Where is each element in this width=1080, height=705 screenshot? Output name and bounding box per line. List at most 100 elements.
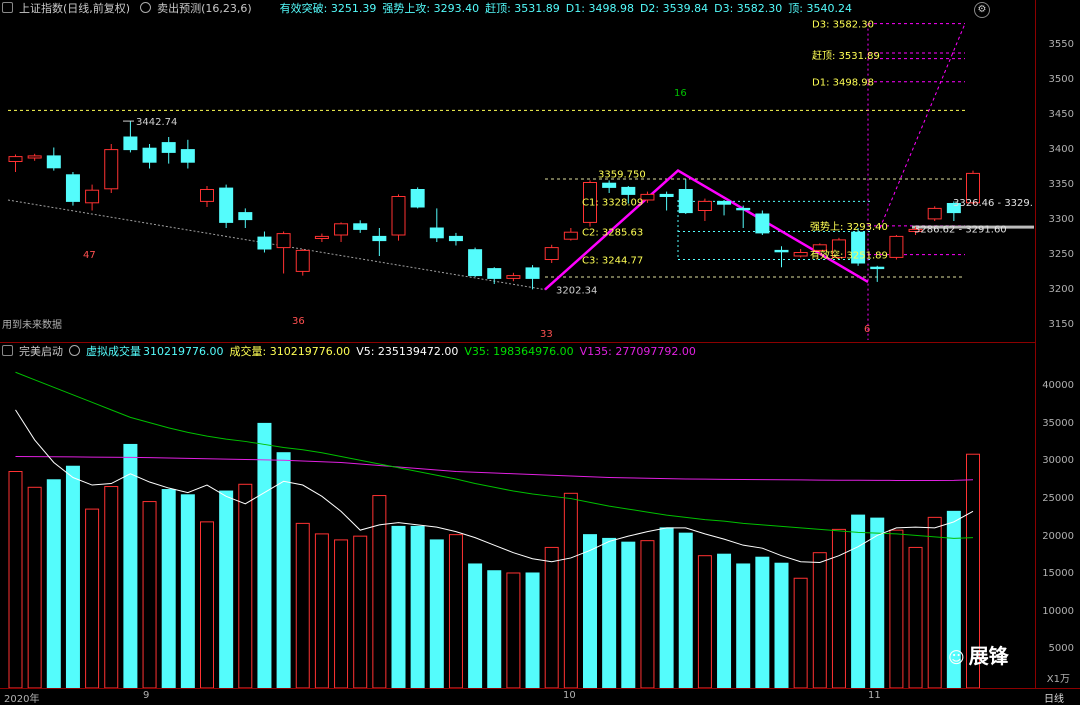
high-price-label: 3442.74: [136, 117, 177, 128]
ma135-volume-line: [15, 455, 974, 482]
low-price-label: 3202.34: [556, 285, 597, 296]
candle-body: [678, 189, 693, 214]
price-header: 上证指数(日线,前复权) 卖出预测(16,23,6) 有效突破: 3251.39 强势…: [0, 0, 1036, 18]
price-tick-label: 3400: [1048, 144, 1074, 155]
candle-body: [295, 249, 310, 272]
period-label[interactable]: 日线: [1044, 690, 1064, 705]
volume-bar: [314, 533, 329, 688]
watermark-text: 展锋: [968, 644, 1009, 668]
month-10-label: 10: [563, 690, 576, 701]
range1-label: 3326.46 - 3329.: [953, 198, 1033, 209]
candle-body: [334, 223, 349, 236]
price-chart-panel[interactable]: 3442.74 3202.34 3359.750 C1: 3328.09 C2: 328…: [0, 0, 1036, 343]
candle-body: [314, 235, 329, 239]
volume-bar: [180, 494, 195, 688]
candle-body: [736, 207, 751, 211]
candle-body: [123, 136, 138, 151]
candle-body: [429, 227, 444, 239]
volume-bar: [65, 465, 80, 688]
indicator-toggle-icon[interactable]: [69, 345, 80, 356]
volume-bar: [927, 516, 942, 688]
price-tick-label: 3450: [1048, 109, 1074, 120]
settings-gear-icon[interactable]: ⚙: [974, 2, 990, 18]
year-label: 2020年: [4, 694, 40, 705]
wechat-watermark: ☺ 展锋: [948, 640, 1009, 669]
candle-body: [793, 252, 808, 257]
chart-title: 上证指数(日线,前复权): [19, 2, 131, 15]
candlestick-chart[interactable]: 3442.74 3202.34 3359.750 C1: 3328.09 C2: 328…: [0, 0, 1036, 342]
count-47-label: 47: [83, 250, 96, 261]
month-11-label: 11: [868, 690, 881, 701]
future-data-note: 用到未来数据: [2, 318, 62, 331]
ganding-label: 赶顶: 3531.89: [812, 49, 880, 62]
header-field-1: 强势上攻: 3293.40: [382, 2, 480, 15]
volume-bar: [525, 572, 540, 688]
volume-bar: [851, 514, 866, 688]
candle-body: [812, 244, 827, 251]
candle-body: [774, 249, 789, 253]
candle-body: [448, 235, 463, 242]
c2-label: C2: 3285.63: [582, 228, 643, 239]
candle-body: [544, 247, 559, 261]
volume-indicator-name[interactable]: 完美启动: [19, 345, 63, 358]
candle-body: [65, 174, 80, 202]
volume-bar: [468, 563, 483, 688]
indicator-toggle-icon[interactable]: [140, 2, 152, 13]
price-tick-label: 3300: [1048, 214, 1074, 225]
d1-label: D1: 3498.98: [812, 78, 874, 89]
volume-label: 成交量: [229, 345, 263, 358]
candle-body: [525, 267, 540, 279]
volume-axis[interactable]: X1万 40000 35000 30000 25000 20000 15000 10000 5…: [1035, 343, 1080, 688]
volume-bar: [142, 501, 157, 688]
header-field-2: 赶顶: 3531.89: [485, 2, 560, 15]
price-tick-label: 3150: [1048, 319, 1074, 330]
volume-bar: [506, 572, 521, 688]
volume-tick-label: 40000: [1042, 380, 1074, 392]
candle-body: [391, 196, 406, 236]
candle-body: [238, 212, 253, 221]
candle-body: [621, 186, 636, 195]
volume-bar: [123, 443, 138, 688]
count-6-label: 6: [864, 324, 870, 335]
volume-bar: [621, 541, 636, 688]
price-tick-label: 3200: [1048, 284, 1074, 295]
volume-bar-chart[interactable]: [0, 343, 1036, 688]
volume-chart-panel[interactable]: 完美启动 虚拟成交量 310219776.00 成交量: 310219776.00 V5…: [0, 343, 1036, 688]
volume-bar: [238, 483, 253, 688]
candle-body: [180, 149, 195, 163]
volume-bar: [870, 517, 885, 688]
candle-body: [27, 155, 42, 159]
volume-tick-label: 10000: [1042, 605, 1074, 617]
volume-bar: [640, 540, 655, 688]
volume-bar: [793, 577, 808, 688]
price-axis[interactable]: 3550 3500 3450 3400 3350 3300 3250 3200 3150: [1035, 0, 1080, 342]
candle-body: [219, 187, 234, 223]
candle-body: [142, 147, 157, 163]
date-axis[interactable]: 2020年 9 10 11 日线: [0, 688, 1080, 705]
header-field-4: D2: 3539.84: [639, 2, 709, 15]
candle-body: [602, 182, 617, 188]
collapse-icon[interactable]: [2, 345, 13, 356]
volume-bar: [602, 537, 617, 688]
indicator-name[interactable]: 卖出预测(16,23,6): [157, 2, 252, 15]
count-36-label: 36: [292, 316, 305, 327]
month-9-label: 9: [143, 690, 150, 701]
volume-bar: [544, 546, 559, 688]
candle-body: [659, 193, 674, 197]
volume-tick-label: 25000: [1042, 493, 1074, 505]
volume-bar: [257, 422, 272, 688]
volume-bar: [774, 562, 789, 688]
candle-body: [276, 233, 291, 249]
ma5-volume-line: [15, 409, 974, 563]
indicator-values: 有效突破: 3251.39 强势上攻: 3293.40 赶顶: 3531.89 D1:…: [280, 2, 858, 15]
collapse-icon[interactable]: [2, 2, 13, 13]
candle-body: [46, 155, 61, 169]
volume-bar: [697, 555, 712, 688]
candle-body: [353, 223, 368, 230]
volume-bar: [353, 535, 368, 688]
volume-bar: [46, 479, 61, 688]
candle-body: [410, 189, 425, 208]
candle-body: [755, 213, 770, 234]
price-tick-label: 3350: [1048, 179, 1074, 190]
volume-bar: [161, 489, 176, 688]
